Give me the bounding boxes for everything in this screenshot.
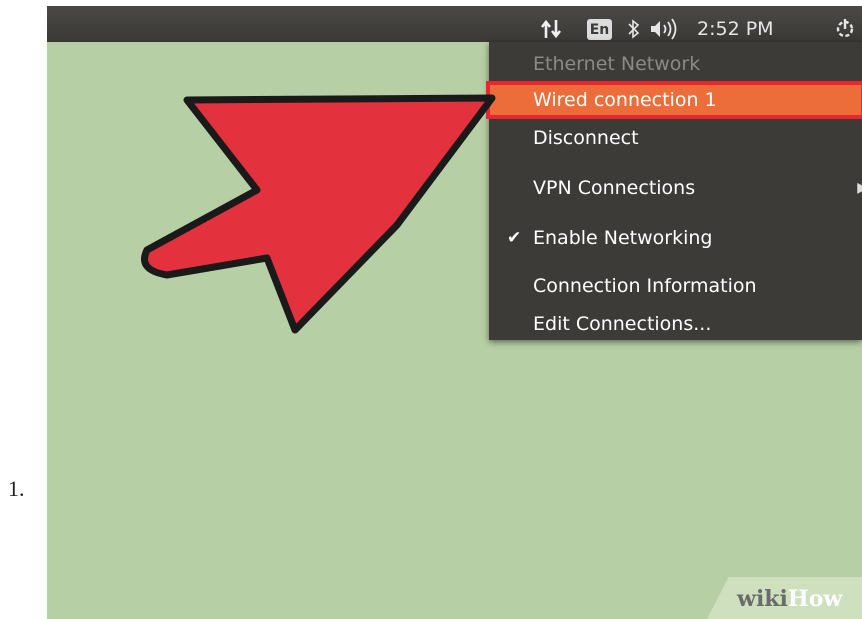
- wikihow-watermark: wikiHow: [737, 586, 843, 612]
- network-indicator[interactable]: [539, 16, 569, 42]
- menu-item-label: Disconnect: [533, 127, 639, 149]
- bluetooth-indicator[interactable]: [627, 16, 641, 42]
- step-number: 1.: [8, 476, 25, 501]
- menu-item-disconnect[interactable]: Disconnect: [489, 122, 862, 154]
- menu-item-wired-connection-1[interactable]: Wired connection 1: [486, 81, 862, 119]
- menu-item-edit-connections[interactable]: Edit Connections...: [489, 308, 862, 340]
- network-updown-icon: [540, 19, 562, 39]
- menu-item-connection-information[interactable]: Connection Information: [489, 270, 862, 302]
- menu-section-ethernet-network: Ethernet Network: [533, 53, 701, 75]
- bluetooth-icon: [628, 19, 640, 39]
- menu-item-vpn-connections[interactable]: VPN Connections ▶: [489, 172, 862, 204]
- clock[interactable]: 2:52 PM: [697, 16, 774, 42]
- menu-item-label: Connection Information: [533, 275, 757, 297]
- volume-icon: [651, 18, 677, 40]
- gear-power-icon: [836, 19, 854, 38]
- menu-item-label: Edit Connections...: [533, 313, 712, 335]
- menu-item-label: Wired connection 1: [533, 89, 717, 111]
- menu-item-enable-networking[interactable]: ✔ Enable Networking: [489, 222, 862, 254]
- checkmark-icon: ✔: [507, 228, 522, 248]
- menu-item-label: VPN Connections: [533, 177, 696, 199]
- network-menu: Ethernet Network Wired connection 1 Disc…: [486, 42, 862, 340]
- menu-item-label: Enable Networking: [533, 227, 713, 249]
- volume-indicator[interactable]: [649, 16, 679, 42]
- submenu-arrow-icon: ▶: [857, 172, 862, 204]
- ubuntu-desktop: En 2:52 PM Ethernet Network Wired connec…: [47, 0, 862, 619]
- keyboard-language-indicator[interactable]: En: [587, 19, 612, 40]
- top-panel: En 2:52 PM: [47, 0, 862, 42]
- session-indicator[interactable]: [833, 16, 857, 42]
